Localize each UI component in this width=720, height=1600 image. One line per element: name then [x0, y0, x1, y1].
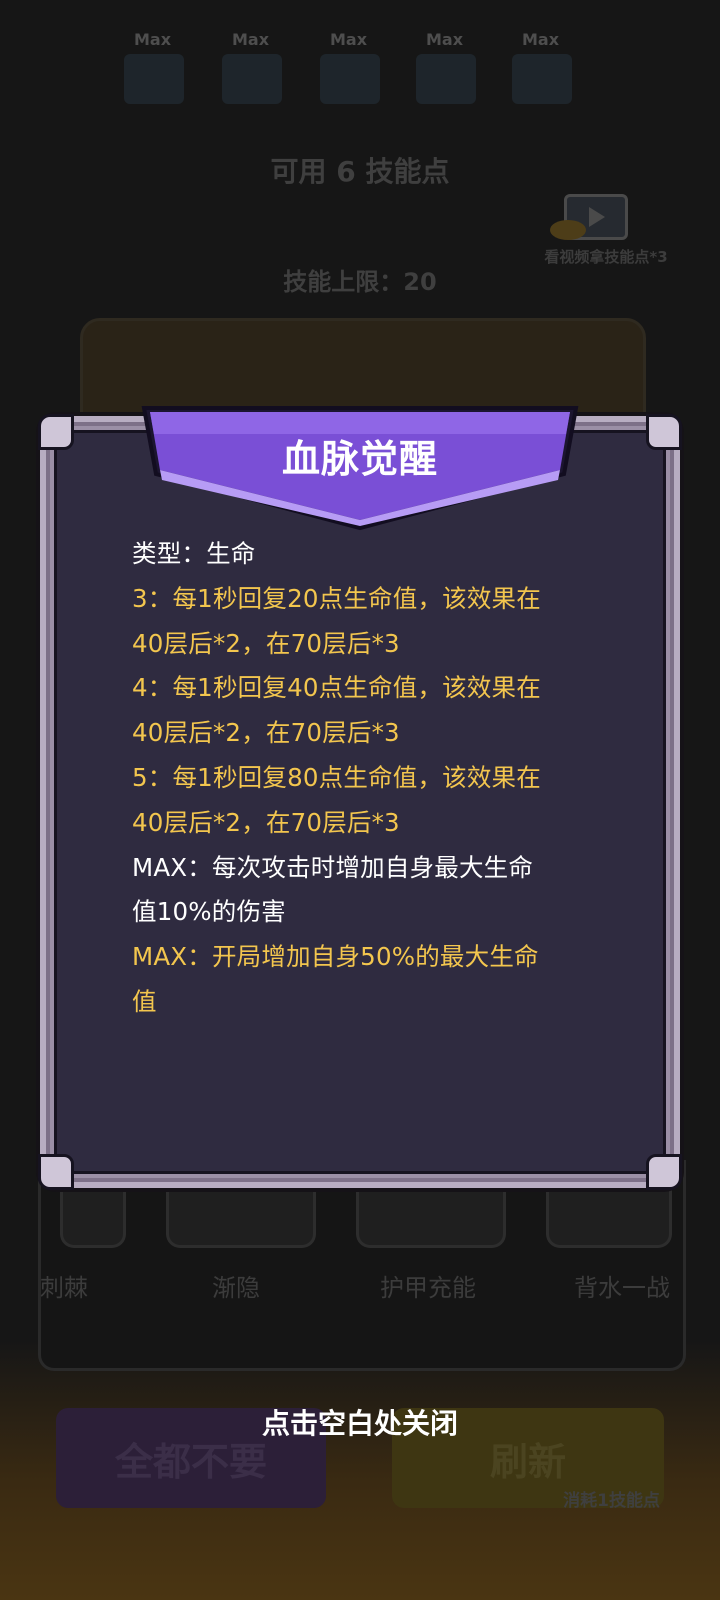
level3-effect-line: 3：每1秒回复20点生命值，该效果在 — [132, 583, 541, 613]
max-tag: Max — [134, 30, 172, 49]
max-bonus-line: 值 — [132, 986, 157, 1016]
skill-description: 类型：生命 3：每1秒回复20点生命值，该效果在 40层后*2，在70层后*3 … — [132, 532, 592, 1025]
max-effect-line: 值10%的伤害 — [132, 897, 286, 927]
watch-video-button[interactable]: 看视频拿技能点*3 — [520, 190, 680, 270]
level4-effect-line: 40层后*2，在70层后*3 — [132, 718, 400, 748]
level4-effect-line: 4：每1秒回复40点生命值，该效果在 — [132, 673, 541, 703]
level5-effect-line: 5：每1秒回复80点生命值，该效果在 — [132, 762, 541, 792]
frame-corner-ornament — [646, 414, 682, 450]
skill-slot-icon[interactable] — [320, 54, 380, 104]
watch-video-label: 看视频拿技能点*3 — [544, 248, 668, 266]
dialog-title-banner: 血脉觉醒 — [140, 404, 580, 536]
skill-type-line: 类型：生命 — [132, 539, 256, 568]
level3-effect-line: 40层后*2，在70层后*3 — [132, 628, 400, 658]
frame-corner-ornament — [646, 1154, 682, 1190]
skill-points-available: 可用 6 技能点 — [270, 155, 450, 188]
dialog-title: 血脉觉醒 — [281, 437, 438, 481]
level5-effect-line: 40层后*2，在70层后*3 — [132, 807, 400, 837]
max-tag: Max — [330, 30, 368, 49]
skill-card-label: 护甲充能 — [380, 1274, 476, 1302]
max-tag: Max — [522, 30, 560, 49]
max-bonus-line: MAX：开局增加自身50%的最大生命 — [132, 942, 539, 972]
skill-card-label: 渐隐 — [212, 1274, 260, 1302]
skill-slot-icon[interactable] — [124, 54, 184, 104]
coin-icon — [550, 220, 586, 240]
skill-slot-icon[interactable] — [512, 54, 572, 104]
tap-to-close-hint[interactable]: 点击空白处关闭 — [0, 1402, 720, 1442]
frame-corner-ornament — [38, 414, 74, 450]
skill-card-label: 背水一战 — [574, 1274, 670, 1302]
max-effect-line: MAX：每次攻击时增加自身最大生命 — [132, 852, 534, 882]
refresh-cost-label: 消耗1技能点 — [563, 1491, 660, 1511]
frame-corner-ornament — [38, 1154, 74, 1190]
max-tag: Max — [232, 30, 270, 49]
max-tag: Max — [426, 30, 464, 49]
skill-slot-icon[interactable] — [222, 54, 282, 104]
skill-slot-icon[interactable] — [416, 54, 476, 104]
skill-card-label: 刺棘 — [40, 1274, 88, 1302]
